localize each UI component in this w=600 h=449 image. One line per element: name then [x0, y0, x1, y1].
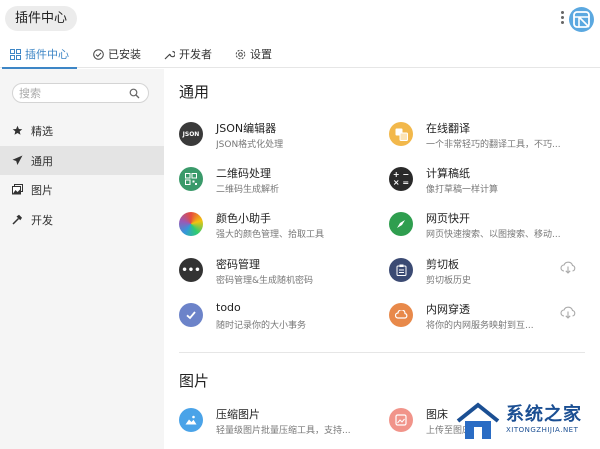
json-icon: JSON	[179, 122, 203, 146]
plugin-name: 二维码处理	[216, 167, 271, 180]
qrcode-icon	[179, 167, 203, 191]
plugin-card-compress-image[interactable]: 压缩图片 轻量级图片批量压缩工具，支持...	[179, 406, 389, 446]
sidebar-item-develop[interactable]: 开发	[0, 205, 164, 234]
sidebar-item-label: 精选	[31, 124, 53, 138]
more-menu-icon[interactable]	[559, 11, 565, 27]
password-icon: •••	[179, 258, 203, 282]
window-title: 插件中心	[5, 6, 78, 31]
paper-plane-icon	[12, 155, 23, 165]
tab-plugin-center[interactable]: 插件中心	[2, 40, 77, 69]
watermark-text: 系统之家	[506, 404, 582, 425]
download-cloud-icon[interactable]	[560, 260, 576, 274]
plugin-desc: 像打草稿一样计算	[426, 185, 499, 195]
plugin-desc: 密码管理&生成随机密码	[216, 276, 314, 286]
tab-label: 设置	[250, 48, 272, 61]
tab-installed[interactable]: 已安装	[93, 40, 141, 68]
plugin-name: JSON编辑器	[216, 122, 277, 135]
watermark-sub: XITONGZHIJIA.NET	[506, 426, 579, 434]
plugin-name: 网页快开	[426, 212, 470, 225]
main-tabs: 插件中心 已安装 开发者 设置	[0, 40, 600, 69]
plugin-desc: 轻量级图片批量压缩工具，支持...	[216, 426, 351, 436]
sidebar-item-label: 开发	[31, 213, 53, 227]
plugin-name: 剪切板	[426, 258, 459, 271]
search-icon[interactable]	[129, 88, 140, 99]
plugin-card-json-editor[interactable]: JSON JSON编辑器 JSON格式化处理	[179, 120, 389, 160]
plugin-card-password[interactable]: ••• 密码管理 密码管理&生成随机密码	[179, 256, 389, 296]
plugin-name: 在线翻译	[426, 122, 470, 135]
translate-icon	[389, 122, 413, 146]
plugin-card-calculator[interactable]: + − × = 计算稿纸 像打草稿一样计算	[389, 165, 599, 205]
plugin-name: 内网穿透	[426, 303, 470, 316]
hammer-icon	[12, 214, 22, 225]
tunnel-icon	[389, 303, 413, 327]
plugin-name: 压缩图片	[216, 408, 260, 421]
sidebar-item-featured[interactable]: 精选	[0, 116, 164, 145]
plugin-name: 图床	[426, 408, 448, 421]
image-host-icon	[389, 408, 413, 432]
plugin-desc: 强大的颜色管理、拾取工具	[216, 230, 325, 240]
plugin-name: 颜色小助手	[216, 212, 271, 225]
app-logo-icon[interactable]	[569, 7, 594, 32]
plugin-center-window: 插件中心 插件中心 已安装 开发者 设置 精选	[0, 0, 600, 449]
plugin-desc: 网页快速搜索、以图搜索、移动...	[426, 230, 561, 240]
plugin-card-color-helper[interactable]: 颜色小助手 强大的颜色管理、拾取工具	[179, 210, 389, 250]
tab-label: 插件中心	[25, 48, 69, 61]
house-logo-icon	[456, 402, 500, 439]
plugin-desc: 随时记录你的大小事务	[216, 321, 307, 331]
wrench-icon	[164, 50, 175, 59]
sidebar-item-general[interactable]: 通用	[0, 146, 164, 175]
watermark: 系统之家 XITONGZHIJIA.NET	[446, 393, 600, 449]
plugin-list: 通用 JSON JSON编辑器 JSON格式化处理 二维码处理 二维码生成解析 …	[164, 69, 600, 449]
search-input[interactable]	[19, 86, 124, 100]
tab-settings[interactable]: 设置	[235, 40, 272, 68]
download-cloud-icon[interactable]	[560, 305, 576, 319]
plugin-card-todo[interactable]: todo 随时记录你的大小事务	[179, 301, 389, 341]
clipboard-icon	[389, 258, 413, 282]
color-wheel-icon	[179, 212, 203, 236]
plugin-name: 密码管理	[216, 258, 260, 271]
plugin-name: 计算稿纸	[426, 167, 470, 180]
plugin-card-quick-open[interactable]: 网页快开 网页快速搜索、以图搜索、移动...	[389, 210, 599, 250]
sidebar: 精选 通用 图片 开发	[0, 69, 164, 449]
compass-icon	[389, 212, 413, 236]
star-icon	[12, 125, 23, 135]
compress-image-icon	[179, 408, 203, 432]
image-icon	[12, 184, 23, 195]
search-box[interactable]	[12, 83, 149, 103]
plugin-desc: 一个非常轻巧的翻译工具，不巧...	[426, 140, 561, 150]
section-divider	[179, 352, 585, 353]
plugin-name: todo	[216, 301, 241, 314]
sidebar-item-label: 图片	[31, 183, 53, 197]
sidebar-item-images[interactable]: 图片	[0, 175, 164, 204]
plugin-desc: 二维码生成解析	[216, 185, 280, 195]
plugin-card-qrcode[interactable]: 二维码处理 二维码生成解析	[179, 165, 389, 205]
grid-icon	[10, 48, 21, 60]
section-title: 图片	[179, 372, 210, 390]
plugin-desc: 剪切板历史	[426, 276, 472, 286]
plugin-desc: 将你的内网服务映射到互...	[426, 321, 534, 331]
check-circle-icon	[93, 48, 104, 60]
sidebar-item-label: 通用	[31, 154, 53, 168]
todo-check-icon	[179, 303, 203, 327]
calculator-icon: + − × =	[389, 167, 413, 191]
gear-icon	[235, 49, 246, 59]
plugin-card-online-translate[interactable]: 在线翻译 一个非常轻巧的翻译工具，不巧...	[389, 120, 599, 160]
tab-developer[interactable]: 开发者	[164, 40, 212, 68]
tab-label: 已安装	[108, 48, 141, 61]
plugin-desc: JSON格式化处理	[216, 140, 284, 150]
section-title: 通用	[179, 83, 210, 101]
tab-label: 开发者	[179, 48, 212, 61]
